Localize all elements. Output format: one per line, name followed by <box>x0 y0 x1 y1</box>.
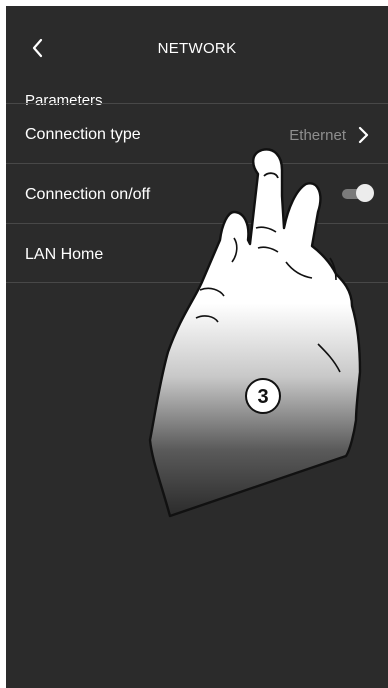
settings-list: Connection type Ethernet Connection on/o… <box>6 103 388 283</box>
connection-type-label: Connection type <box>25 126 141 143</box>
connection-toggle-row: Connection on/off <box>6 163 388 223</box>
step-number-badge: 3 <box>245 378 281 414</box>
lan-home-row[interactable]: LAN Home <box>6 223 388 283</box>
connection-type-row[interactable]: Connection type Ethernet <box>6 103 388 163</box>
network-settings-screen: NETWORK Parameters Connection type Ether… <box>6 6 388 688</box>
toggle-knob <box>356 184 374 202</box>
lan-home-label: LAN Home <box>25 246 104 263</box>
connection-toggle-label: Connection on/off <box>25 186 151 203</box>
chevron-right-icon <box>356 126 372 144</box>
page-title: NETWORK <box>157 40 237 57</box>
connection-toggle[interactable] <box>340 184 374 202</box>
connection-type-value: Ethernet <box>289 127 346 144</box>
header: NETWORK <box>6 6 388 82</box>
